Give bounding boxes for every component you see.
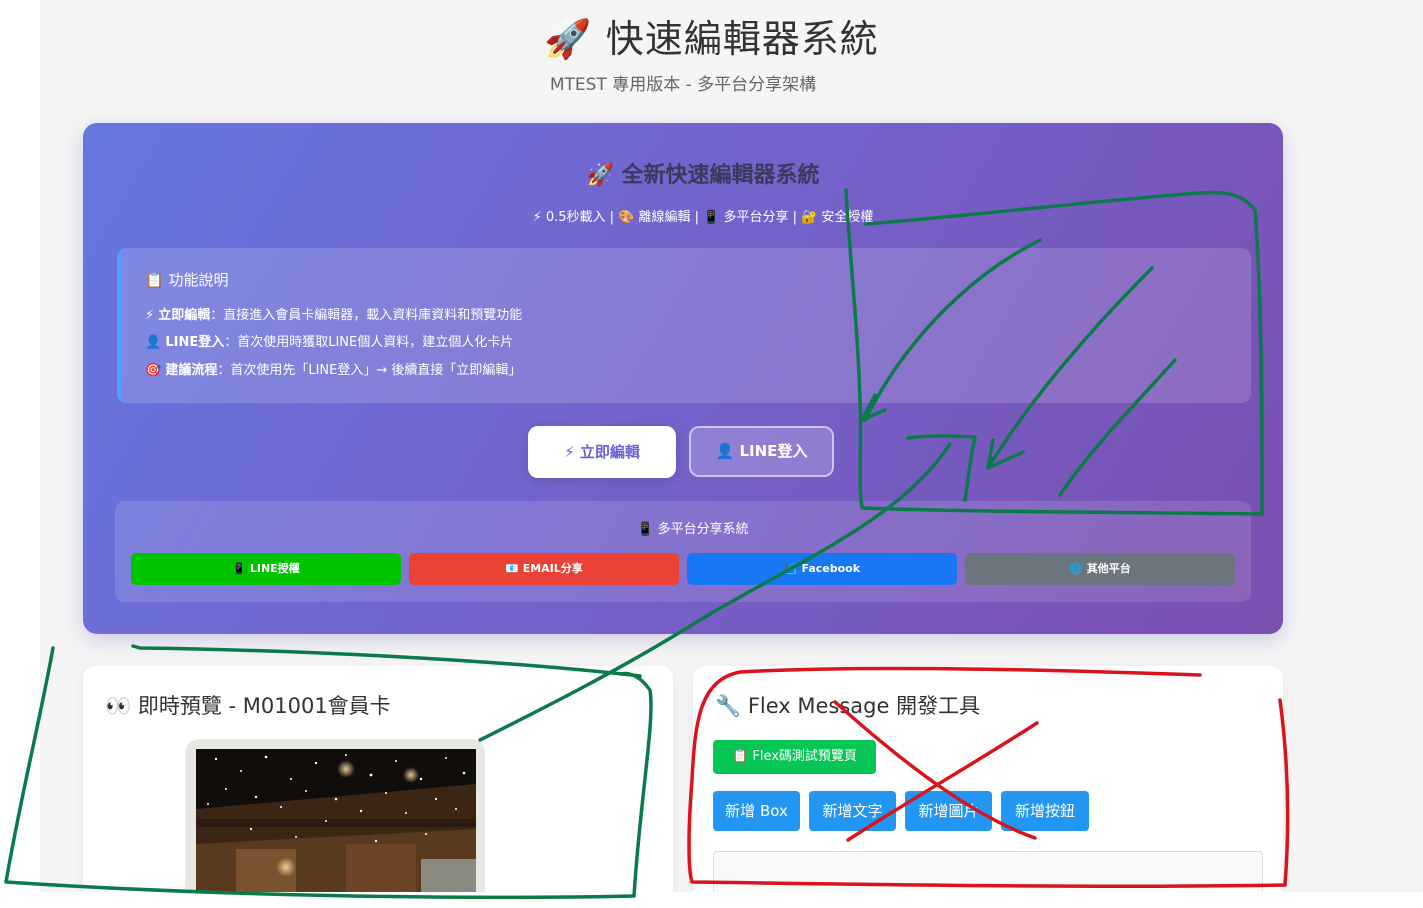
rocket-icon: 🚀 xyxy=(544,17,593,61)
add-text-button[interactable]: 新增文字 xyxy=(809,791,896,831)
info-row-text: ：直接進入會員卡編輯器，載入資料庫資料和預覽功能 xyxy=(210,308,523,323)
line-login-button[interactable]: 👤 LINE登入 xyxy=(689,426,834,477)
share-line-button[interactable]: 📱 LINE授權 xyxy=(131,553,401,585)
instant-edit-button[interactable]: ⚡ 立即編輯 xyxy=(528,426,676,478)
share-panel: 📱 多平台分享系統 📱 LINE授權 📧 EMAIL分享 📘 Facebook … xyxy=(115,501,1251,602)
lightning-icon: ⚡ xyxy=(145,308,155,323)
info-row-flow: 🎯 建議流程：首次使用先「LINE登入」→ 後續直接「立即編輯」 xyxy=(145,359,521,378)
add-image-button[interactable]: 新增圖片 xyxy=(905,791,992,831)
hero-features: ⚡ 0.5秒載入 | 🎨 離線編輯 | 📱 多平台分享 | 🔐 安全授權 xyxy=(532,210,874,225)
hero-panel: 🚀 全新快速編輯器系統 ⚡ 0.5秒載入 | 🎨 離線編輯 | 📱 多平台分享 … xyxy=(83,123,1283,634)
card-hero-image xyxy=(196,749,476,899)
preview-title: 👀 即時預覽 - M01001會員卡 xyxy=(105,694,391,718)
share-other-button[interactable]: 🌐 其他平台 xyxy=(965,553,1235,585)
hero-title: 🚀 全新快速編輯器系統 xyxy=(586,163,820,188)
info-row-text: ：首次使用時獲取LINE個人資料，建立個人化卡片 xyxy=(224,335,514,350)
share-title: 📱 多平台分享系統 xyxy=(637,522,749,537)
share-email-button[interactable]: 📧 EMAIL分享 xyxy=(409,553,679,585)
info-row-edit: ⚡ 立即編輯：直接進入會員卡編輯器，載入資料庫資料和預覽功能 xyxy=(145,304,522,323)
target-icon: 🎯 xyxy=(145,363,162,378)
info-row-label: 建議流程 xyxy=(165,363,218,378)
page-title-text: 快速編輯器系統 xyxy=(605,17,879,61)
page-bottom-strip xyxy=(0,892,1423,908)
flex-tools-title: 🔧 Flex Message 開發工具 xyxy=(715,694,981,718)
info-row-line-login: 👤 LINE登入：首次使用時獲取LINE個人資料，建立個人化卡片 xyxy=(145,331,513,350)
page-subtitle: MTEST 專用版本 - 多平台分享架構 xyxy=(549,75,817,95)
member-card-preview xyxy=(185,739,485,906)
share-facebook-button[interactable]: 📘 Facebook xyxy=(687,553,957,585)
add-button-button[interactable]: 新增按鈕 xyxy=(1001,791,1089,831)
preview-card: 👀 即時預覽 - M01001會員卡 xyxy=(83,666,673,906)
feature-info-box: 📋 功能說明 ⚡ 立即編輯：直接進入會員卡編輯器，載入資料庫資料和預覽功能 👤 … xyxy=(117,248,1251,403)
flex-test-preview-button[interactable]: 📋 Flex碼測試預覽頁 xyxy=(713,740,876,774)
flex-tools-card: 🔧 Flex Message 開發工具 📋 Flex碼測試預覽頁 新增 Box … xyxy=(693,666,1283,906)
starry-ceiling-photo xyxy=(196,749,476,899)
info-row-text: ：首次使用先「LINE登入」→ 後續直接「立即編輯」 xyxy=(217,363,522,378)
info-row-label: LINE登入 xyxy=(165,335,225,350)
add-box-button[interactable]: 新增 Box xyxy=(713,791,800,831)
info-title: 📋 功能說明 xyxy=(145,271,229,289)
info-row-label: 立即編輯 xyxy=(158,308,211,323)
user-icon: 👤 xyxy=(145,335,162,350)
page-title: 🚀 快速編輯器系統 xyxy=(0,8,1423,63)
